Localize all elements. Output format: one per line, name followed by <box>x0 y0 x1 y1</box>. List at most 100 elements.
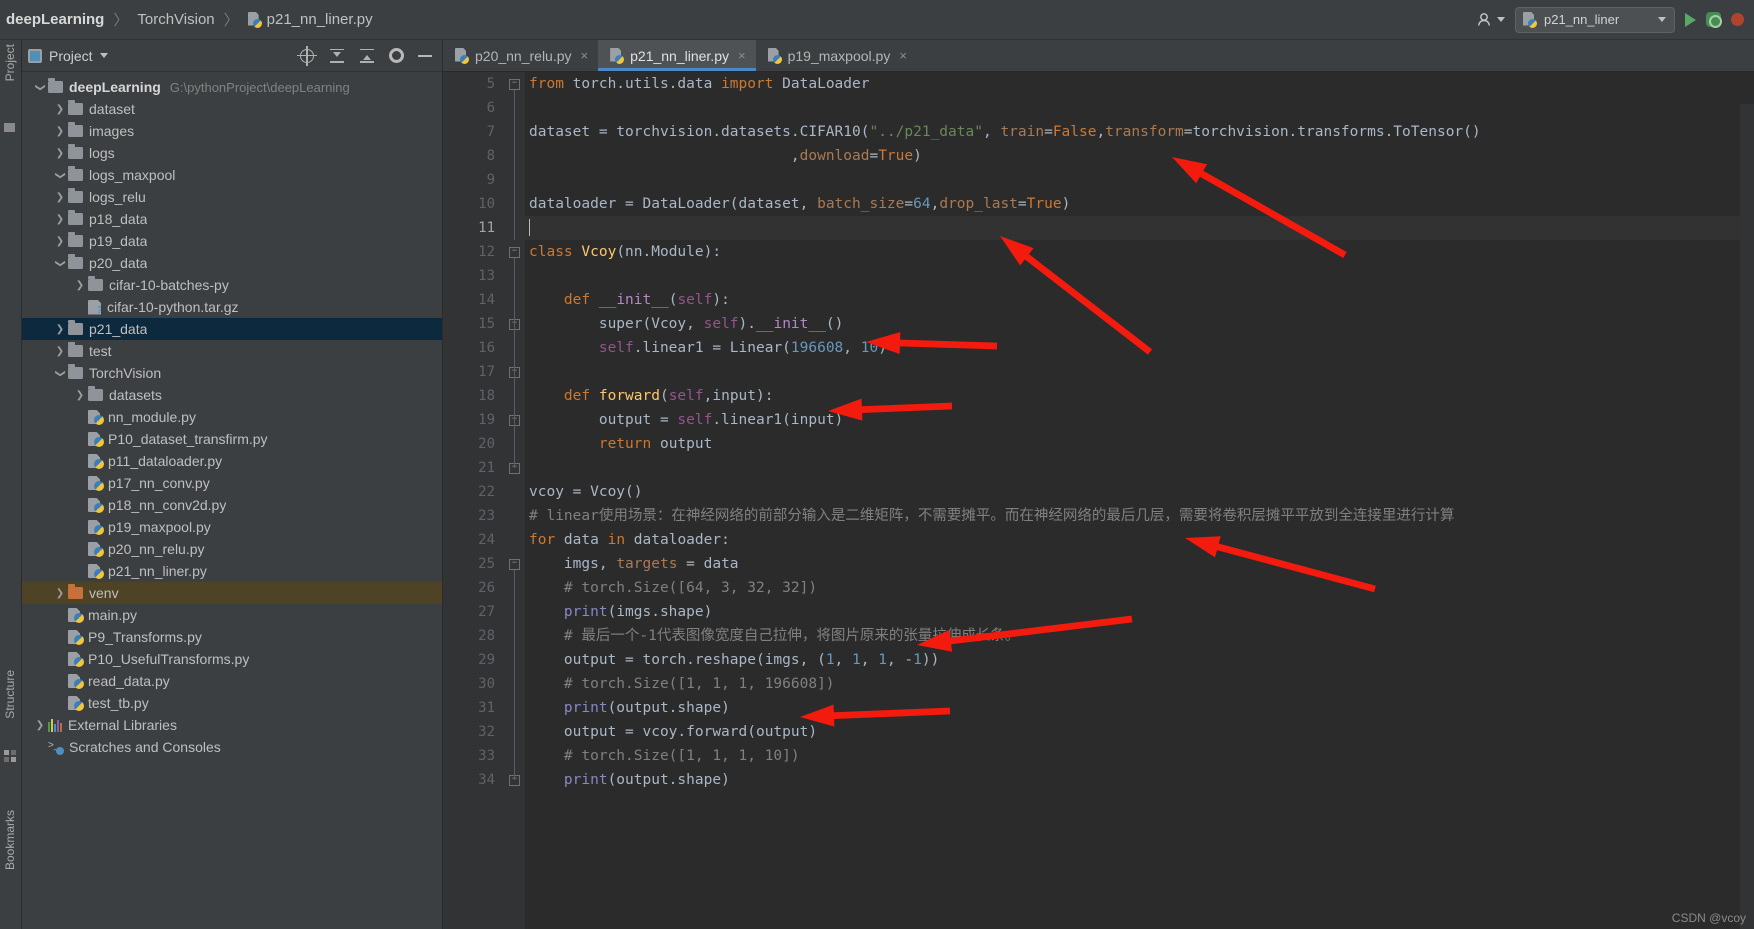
chevron-down-icon[interactable] <box>99 53 108 58</box>
folder-icon <box>68 232 83 247</box>
editor-tab[interactable]: p20_nn_relu.py × <box>443 40 598 71</box>
tree-item[interactable]: deepLearning G:\pythonProject\deepLearnin… <box>22 76 442 98</box>
stop-icon[interactable] <box>1731 13 1744 26</box>
external-libraries-icon <box>48 718 62 732</box>
chevron-right-icon[interactable] <box>52 236 68 247</box>
code-content[interactable]: from torch.utils.data import DataLoader d… <box>525 72 1754 929</box>
tree-item[interactable]: p19_data <box>22 230 442 252</box>
python-file-icon <box>88 453 104 469</box>
tree-item[interactable]: ? cifar-10-python.tar.gz <box>22 296 442 318</box>
tool-window-button-structure[interactable]: Structure <box>3 670 17 722</box>
chevron-right-icon[interactable] <box>52 104 68 115</box>
chevron-right-icon[interactable] <box>52 192 68 203</box>
tree-item[interactable]: datasets <box>22 384 442 406</box>
chevron-right-icon[interactable] <box>52 588 68 599</box>
tree-item[interactable]: read_data.py <box>22 670 442 692</box>
project-panel-title: Project <box>49 47 93 64</box>
chevron-down-icon <box>1658 17 1666 22</box>
line-number: 11 <box>478 220 495 236</box>
close-icon[interactable]: × <box>899 48 907 63</box>
chevron-down-icon[interactable] <box>32 82 48 93</box>
line-number: 16 <box>478 340 495 356</box>
breadcrumb-item-folder[interactable]: TorchVision <box>137 11 214 28</box>
user-account-icon[interactable] <box>1477 12 1505 27</box>
tool-window-button-project[interactable]: Project <box>3 44 17 84</box>
tree-item[interactable]: p21_data <box>22 318 442 340</box>
tree-item[interactable]: P10_UsefulTransforms.py <box>22 648 442 670</box>
chevron-right-icon[interactable] <box>52 346 68 357</box>
tree-item[interactable]: p18_nn_conv2d.py <box>22 494 442 516</box>
tree-item[interactable]: test <box>22 340 442 362</box>
chevron-down-icon[interactable] <box>52 258 68 269</box>
chevron-right-icon[interactable] <box>72 390 88 401</box>
breadcrumb-item-file[interactable]: p21_nn_liner.py <box>248 11 373 28</box>
code-line: print(imgs.shape) <box>563 604 713 620</box>
code-editor[interactable]: 5 6 7 8 9 10 11 12 13 14 15 16 17 18 19 20 21 22 23 24 25 26 2… <box>443 72 1754 929</box>
run-configuration-selector[interactable]: p21_nn_liner <box>1515 6 1675 33</box>
tree-item[interactable]: P9_Transforms.py <box>22 626 442 648</box>
breadcrumb-separator-icon: 〉 <box>223 12 239 29</box>
tree-item[interactable]: nn_module.py <box>22 406 442 428</box>
editor-tab[interactable]: p21_nn_liner.py × <box>598 40 757 71</box>
tree-item[interactable]: logs_relu <box>22 186 442 208</box>
chevron-right-icon[interactable] <box>72 280 88 291</box>
code-folding-column[interactable] <box>505 72 525 929</box>
tree-item[interactable]: test_tb.py <box>22 692 442 714</box>
tree-item[interactable]: p20_data <box>22 252 442 274</box>
tree-item[interactable]: p21_nn_liner.py <box>22 560 442 582</box>
tool-window-button-bookmarks[interactable]: Bookmarks <box>3 810 17 873</box>
editor-tab[interactable]: p19_maxpool.py × <box>756 40 917 71</box>
run-icon[interactable] <box>1685 12 1696 27</box>
project-tree: deepLearning G:\pythonProject\deepLearnin… <box>22 72 442 758</box>
line-number-gutter: 5 6 7 8 9 10 11 12 13 14 15 16 17 18 19 20 21 22 23 24 25 26 2… <box>443 72 505 929</box>
tree-item[interactable]: cifar-10-batches-py <box>22 274 442 296</box>
bookmarks-grid-icon[interactable] <box>4 750 17 763</box>
settings-gear-icon[interactable] <box>389 48 404 63</box>
close-icon[interactable]: × <box>581 48 589 63</box>
chevron-right-icon[interactable] <box>52 126 68 137</box>
tree-item[interactable]: p19_maxpool.py <box>22 516 442 538</box>
tree-item[interactable]: p11_dataloader.py <box>22 450 442 472</box>
tree-item[interactable]: External Libraries <box>22 714 442 736</box>
breadcrumb-separator-icon: 〉 <box>113 12 129 29</box>
chevron-down-icon[interactable] <box>52 368 68 379</box>
close-icon[interactable]: × <box>738 48 746 63</box>
hide-panel-icon[interactable] <box>418 54 432 57</box>
tree-item[interactable]: main.py <box>22 604 442 626</box>
collapse-all-icon[interactable] <box>359 48 375 64</box>
breadcrumb-item-project[interactable]: deepLearning <box>6 11 104 28</box>
line-number: 6 <box>486 100 495 116</box>
line-number: 33 <box>478 748 495 764</box>
fold-marker-for[interactable] <box>509 559 520 570</box>
tree-item[interactable]: venv <box>22 582 442 604</box>
python-file-icon <box>88 409 104 425</box>
expand-all-icon[interactable] <box>329 48 345 64</box>
fold-marker-class[interactable] <box>509 247 520 258</box>
locate-target-icon[interactable] <box>297 45 317 66</box>
line-number: 13 <box>478 268 495 284</box>
debug-icon[interactable] <box>1706 12 1722 28</box>
structure-panel-icon[interactable] <box>4 122 17 135</box>
tree-item[interactable]: p17_nn_conv.py <box>22 472 442 494</box>
chevron-down-icon[interactable] <box>52 170 68 181</box>
fold-marker-import[interactable] <box>509 79 520 90</box>
tree-item[interactable]: P10_dataset_transfirm.py <box>22 428 442 450</box>
tree-item[interactable]: >_ Scratches and Consoles <box>22 736 442 758</box>
tree-item[interactable]: logs <box>22 142 442 164</box>
code-line: class Vcoy(nn.Module): <box>529 244 722 260</box>
chevron-right-icon[interactable] <box>52 148 68 159</box>
tree-item[interactable]: p18_data <box>22 208 442 230</box>
chevron-right-icon[interactable] <box>32 720 48 731</box>
tool-window-label-project: Project <box>3 44 17 82</box>
chevron-right-icon[interactable] <box>52 324 68 335</box>
editor-scrollbar[interactable] <box>1740 104 1754 929</box>
python-file-icon <box>610 48 625 64</box>
tree-item-label: nn_module.py <box>108 409 196 425</box>
tree-item[interactable]: dataset <box>22 98 442 120</box>
chevron-right-icon[interactable] <box>52 214 68 225</box>
tree-item[interactable]: TorchVision <box>22 362 442 384</box>
line-number: 23 <box>478 508 495 524</box>
tree-item[interactable]: p20_nn_relu.py <box>22 538 442 560</box>
tree-item[interactable]: images <box>22 120 442 142</box>
tree-item[interactable]: logs_maxpool <box>22 164 442 186</box>
